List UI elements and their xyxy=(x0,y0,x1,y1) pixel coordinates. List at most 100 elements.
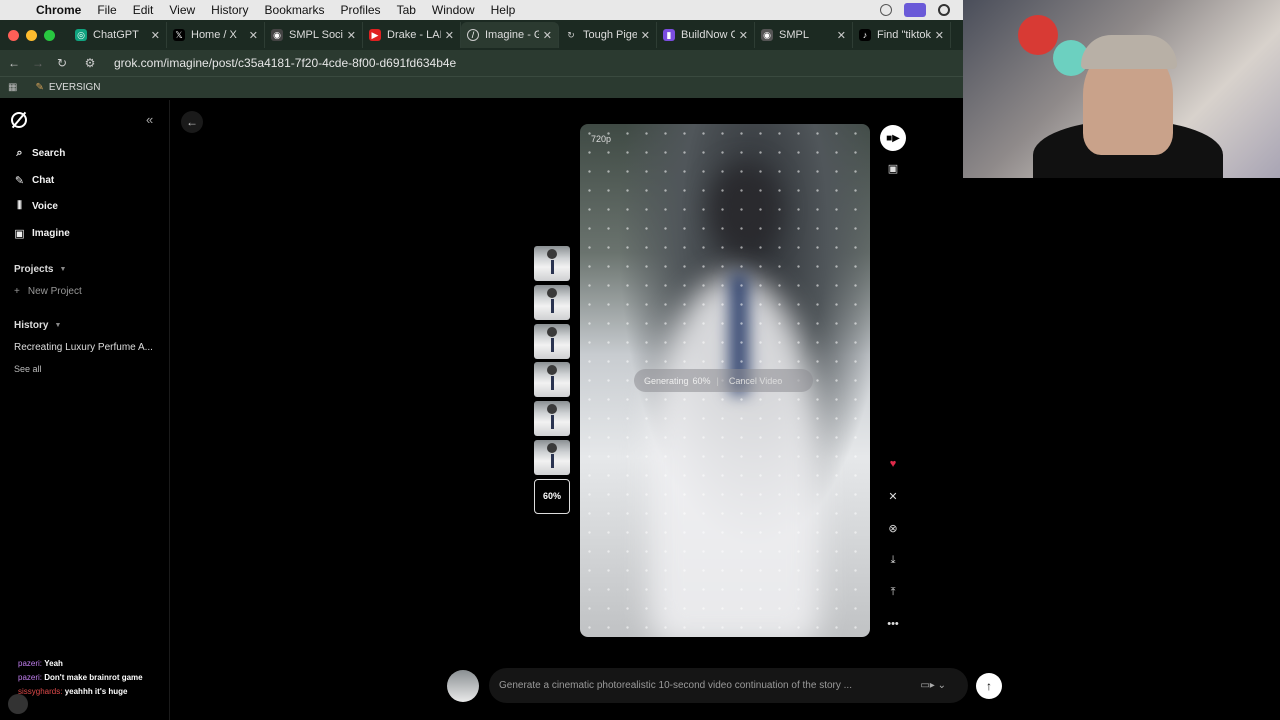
bookmark-eversign[interactable]: ✎ EVERSIGN xyxy=(35,82,100,93)
sidebar-item-chat[interactable]: ✎ Chat xyxy=(14,174,54,187)
chat-message: pazeri: Yeah xyxy=(18,659,63,668)
site-settings-icon[interactable]: ⚙ xyxy=(80,56,100,70)
thumbnail[interactable] xyxy=(534,362,570,398)
arrow-left-icon: ← xyxy=(186,115,198,129)
window-controls xyxy=(8,29,55,41)
status-app-icon[interactable] xyxy=(904,3,926,17)
source-image-avatar[interactable] xyxy=(447,669,479,702)
tab-smpl[interactable]: ◉ SMPL ✕ xyxy=(755,22,853,48)
grok-logo-icon[interactable] xyxy=(11,112,27,128)
stream-chat-overlay: pazeri: Yeah pazeri: Don't make brainrot… xyxy=(18,657,143,699)
more-options-button[interactable]: ••• xyxy=(880,611,906,637)
history-item[interactable]: Recreating Luxury Perfume A... xyxy=(14,342,154,353)
upload-icon: ⤒ xyxy=(890,585,896,598)
prompt-input[interactable]: Generate a cinematic photorealistic 10-s… xyxy=(489,668,968,703)
video-icon: ▭▸ xyxy=(920,680,935,691)
download-icon: ⤓ xyxy=(890,553,896,566)
thumbnail[interactable] xyxy=(534,246,570,281)
menu-bookmarks[interactable]: Bookmarks xyxy=(265,3,325,17)
menu-tab[interactable]: Tab xyxy=(397,3,416,17)
tab-drake-lane[interactable]: ▶Drake - LANE✕ xyxy=(363,22,461,48)
generating-label: Generating xyxy=(644,375,689,386)
menu-file[interactable]: File xyxy=(97,3,116,17)
close-tab-icon[interactable]: ✕ xyxy=(445,29,454,42)
image-mode-button[interactable]: ▣ xyxy=(880,155,906,181)
reload-icon[interactable]: ↻ xyxy=(52,56,72,70)
cancel-video-button[interactable]: Cancel Video xyxy=(729,376,782,386)
submit-button[interactable]: ↑ xyxy=(976,672,1002,699)
thumbnail[interactable] xyxy=(534,284,570,320)
close-tab-icon[interactable]: ✕ xyxy=(249,29,258,42)
thumbnail[interactable] xyxy=(534,401,570,437)
tab-tough-pigeon[interactable]: ↻Tough Pigeon✕ xyxy=(559,22,657,48)
close-tab-icon[interactable]: ✕ xyxy=(837,29,846,42)
close-tab-icon[interactable]: ✕ xyxy=(347,29,356,42)
history-header[interactable]: History ▼ xyxy=(14,320,61,331)
chevron-down-icon: ⌄ xyxy=(937,680,946,691)
sidebar-item-voice[interactable]: ⦀ Voice xyxy=(14,200,58,213)
divider: | xyxy=(716,375,719,386)
minimize-window-button[interactable] xyxy=(26,29,37,41)
sidebar-item-imagine[interactable]: ▣ Imagine xyxy=(14,227,70,240)
prompt-text[interactable]: Generate a cinematic photorealistic 10-s… xyxy=(499,680,920,691)
chat-avatar xyxy=(8,694,28,714)
tab-smpl-social[interactable]: ◉SMPL Social✕ xyxy=(265,22,363,48)
tab-buildnow-gg[interactable]: ▮BuildNow GG✕ xyxy=(657,22,755,48)
close-tab-icon[interactable]: ✕ xyxy=(739,29,748,42)
menu-view[interactable]: View xyxy=(169,3,195,17)
share-button[interactable]: ⤒ xyxy=(880,579,906,605)
forward-nav-icon[interactable]: → xyxy=(28,56,48,70)
imagine-icon: ▣ xyxy=(14,228,25,240)
webcam-overlay xyxy=(963,0,1280,178)
menu-help[interactable]: Help xyxy=(491,3,516,17)
zoom-window-button[interactable] xyxy=(44,29,55,41)
tab-chatgpt[interactable]: ◎ ChatGPT ✕ xyxy=(69,22,167,48)
thumbnail[interactable] xyxy=(534,323,570,359)
thumbnail[interactable] xyxy=(534,439,570,475)
menu-history[interactable]: History xyxy=(211,3,248,17)
tiktok-icon: ♪ xyxy=(859,29,871,41)
projects-header[interactable]: Projects ▼ xyxy=(14,264,66,275)
image-icon: ▣ xyxy=(887,162,899,175)
remix-icon: ⊗ xyxy=(888,522,898,535)
close-tab-icon[interactable]: ✕ xyxy=(151,29,160,42)
voice-icon: ⦀ xyxy=(17,200,22,212)
menu-window[interactable]: Window xyxy=(432,3,475,17)
record-icon[interactable] xyxy=(938,4,950,16)
close-tab-icon[interactable]: ✕ xyxy=(935,29,944,42)
like-button[interactable]: ♥ xyxy=(880,451,906,477)
close-tab-icon[interactable]: ✕ xyxy=(543,29,552,42)
youtube-icon: ▶ xyxy=(369,29,381,41)
tab-x-home[interactable]: 𝕏 Home / X ✕ xyxy=(167,22,265,48)
url-field[interactable]: grok.com/imagine/post/c35a4181-7f20-4cde… xyxy=(114,56,456,70)
see-all-link[interactable]: See all xyxy=(14,364,42,374)
close-window-button[interactable] xyxy=(8,29,19,41)
tab-imagine-grok[interactable]: /Imagine - Gro✕ xyxy=(461,22,559,48)
share-x-button[interactable]: ✕ xyxy=(880,483,906,509)
back-button[interactable]: ← xyxy=(181,111,203,133)
menu-edit[interactable]: Edit xyxy=(133,3,154,17)
video-mode-select[interactable]: ▭▸ ⌄ xyxy=(920,680,946,691)
pen-icon: ✎ xyxy=(35,82,44,93)
new-project-button[interactable]: + New Project xyxy=(14,286,82,297)
menu-profiles[interactable]: Profiles xyxy=(341,3,381,17)
video-mode-button[interactable]: ■▶ xyxy=(880,125,906,151)
remix-button[interactable]: ⊗ xyxy=(880,515,906,541)
apps-grid-icon[interactable]: ▦ xyxy=(8,82,17,93)
sidebar-item-search[interactable]: ⌕ Search xyxy=(14,147,65,160)
collapse-sidebar-icon[interactable]: « xyxy=(146,112,153,127)
browser-tabbar: ◎ChatGPT✕ 𝕏Home / X✕ ◉SMPL Social✕ ▶Drak… xyxy=(0,20,965,50)
tab-find-tiktok[interactable]: ♪Find "tiktokm✕ xyxy=(853,22,951,48)
close-tab-icon[interactable]: ✕ xyxy=(641,29,650,42)
pigeon-icon: ↻ xyxy=(567,29,575,40)
smpl-icon: ◉ xyxy=(761,29,773,41)
status-circle-icon[interactable] xyxy=(880,4,892,16)
back-nav-icon[interactable]: ← xyxy=(4,56,24,70)
plush-toy xyxy=(1018,15,1058,55)
menu-app-name[interactable]: Chrome xyxy=(36,3,81,17)
download-button[interactable]: ⤓ xyxy=(880,547,906,573)
chevron-down-icon: ▼ xyxy=(54,322,62,329)
streamer-cap xyxy=(1081,35,1177,69)
thumbnail-progress[interactable]: 60% xyxy=(534,478,570,514)
video-camera-icon: ■▶ xyxy=(886,132,900,144)
